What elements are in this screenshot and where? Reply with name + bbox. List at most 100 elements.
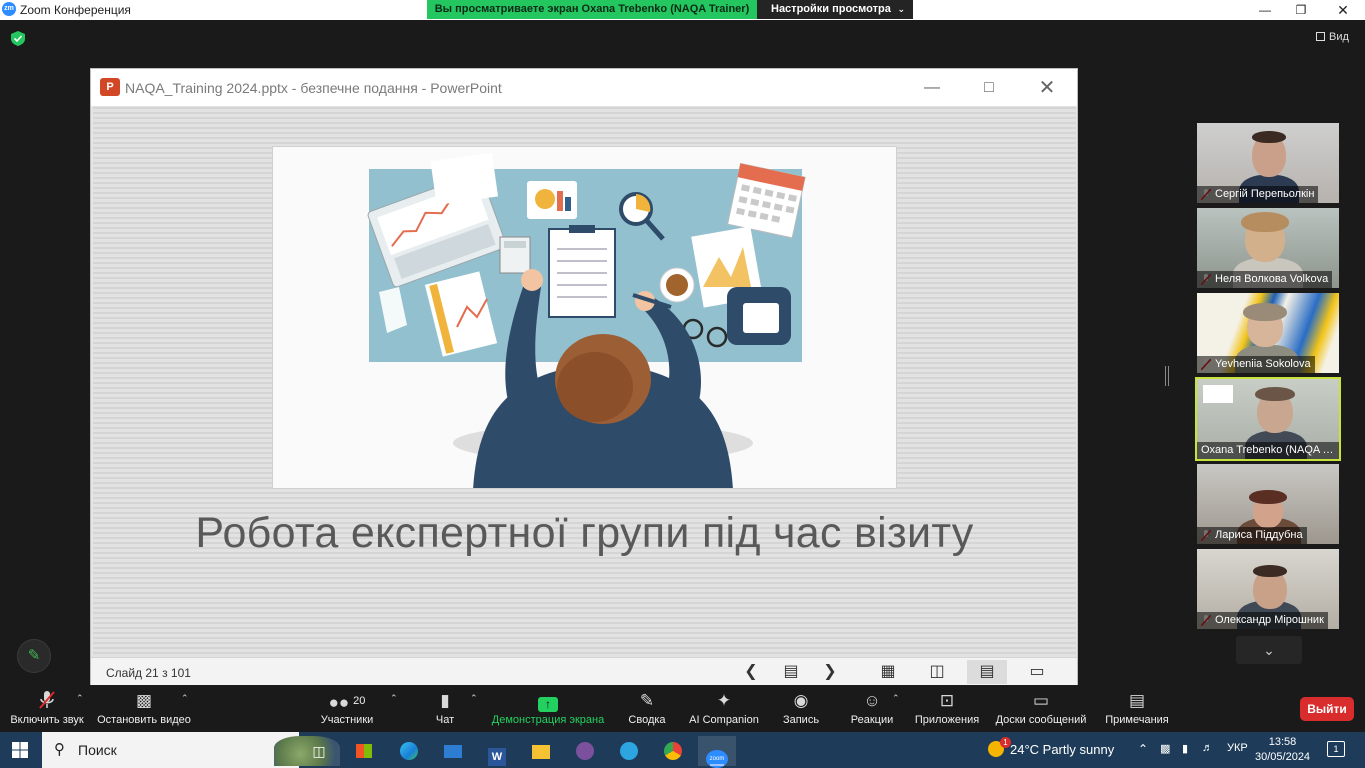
- file-explorer-icon[interactable]: [522, 736, 560, 766]
- zoom-window: zm Zoom Конференция Вы просматриваете эк…: [0, 0, 1365, 768]
- normal-view-icon: ▦: [880, 663, 896, 680]
- app-title: Zoom Конференция: [20, 3, 131, 17]
- maximize-button[interactable]: ❐: [1281, 0, 1321, 20]
- grid-view-icon: [1316, 32, 1325, 41]
- viber-icon[interactable]: [566, 736, 604, 766]
- apps-button[interactable]: ⊡ Приложения: [912, 688, 982, 732]
- scroll-participants-down-button[interactable]: ⌄: [1236, 636, 1302, 664]
- notes-icon: ▤: [1128, 691, 1146, 710]
- participants-button[interactable]: ●● 20 Участники: [318, 688, 376, 732]
- leave-button[interactable]: Выйти: [1300, 697, 1354, 721]
- view-button[interactable]: Вид: [1316, 31, 1349, 43]
- participant-name: Сергій Перепьолкін: [1197, 186, 1319, 203]
- zoom-taskbar-icon[interactable]: zoom: [698, 736, 736, 768]
- whiteboards-button[interactable]: ▭ Доски сообщений: [992, 688, 1090, 732]
- microsoft-store-icon[interactable]: [345, 736, 383, 766]
- chat-bubble-icon: ▮: [440, 691, 450, 710]
- weather-widget[interactable]: 1 24°C Partly sunny: [988, 737, 1115, 757]
- mail-icon[interactable]: [434, 736, 472, 766]
- view-options-button[interactable]: Настройки просмотра ⌄: [757, 0, 913, 19]
- notification-center-icon[interactable]: 1: [1327, 741, 1345, 757]
- ppt-title-bar: P NAQA_Training 2024.pptx - безпечне под…: [91, 69, 1077, 106]
- smiley-icon: ☺: [863, 691, 881, 710]
- participants-caret-icon[interactable]: ⌃: [390, 693, 398, 704]
- weather-alert-badge: 1: [1000, 737, 1011, 748]
- summary-button[interactable]: ✎ Сводка: [624, 688, 670, 732]
- stop-video-label: Остановить видео: [97, 714, 191, 726]
- close-button[interactable]: ✕: [1323, 0, 1363, 20]
- search-icon: ⚲: [54, 741, 65, 758]
- slide: Робота експертної групи під час візиту: [93, 106, 1076, 657]
- reactions-caret-icon[interactable]: ⌃: [892, 693, 900, 704]
- chat-caret-icon[interactable]: ⌃: [470, 693, 478, 704]
- share-screen-button[interactable]: ↑ Демонстрация экрана: [490, 688, 606, 732]
- participant-name: Олександр Мірошник: [1197, 612, 1328, 629]
- video-options-caret-icon[interactable]: ⌃: [181, 693, 189, 704]
- active-speaker-tile[interactable]: Oxana Trebenko (NAQA Tr...: [1195, 377, 1341, 461]
- ppt-status-bar: Слайд 21 з 101 ❮ ▤ ❯ ▦ ◫ ▤ ▭: [91, 657, 1077, 685]
- participant-tile[interactable]: Сергій Перепьолкін: [1197, 123, 1339, 203]
- chevron-down-icon: ⌄: [897, 4, 905, 14]
- unmute-button[interactable]: Включить звук: [8, 688, 86, 732]
- chrome-icon[interactable]: [654, 736, 692, 766]
- taskbar-search-box[interactable]: ⚲ Поиск: [42, 732, 340, 768]
- muted-mic-icon: [8, 688, 86, 714]
- shield-icon[interactable]: [11, 31, 25, 46]
- word-icon[interactable]: W: [478, 736, 516, 766]
- edge-browser-icon[interactable]: [390, 736, 428, 766]
- slide-title: Робота експертної групи під час візиту: [195, 509, 974, 557]
- minimize-button[interactable]: —: [1245, 0, 1285, 20]
- reading-view-icon: ▤: [967, 660, 1007, 684]
- slideshow-icon: ▭: [1029, 663, 1045, 680]
- sparkle-icon: ✦: [716, 691, 732, 710]
- zoom-logo-icon: zm: [2, 2, 16, 16]
- share-banner: Вы просматриваете экран Oxana Trebenko (…: [427, 0, 757, 19]
- unmute-label: Включить звук: [10, 714, 84, 726]
- participant-tile[interactable]: Лариса Піддубна: [1197, 464, 1339, 544]
- participant-name: Yevheniia Sokolova: [1197, 356, 1315, 373]
- ai-companion-button[interactable]: ✦ AI Companion: [686, 688, 762, 732]
- microphone-tray-icon[interactable]: ▮: [1182, 742, 1188, 755]
- annotate-pen-icon[interactable]: ✎: [17, 639, 51, 673]
- tray-chevron-up-icon[interactable]: ⌃: [1138, 742, 1148, 756]
- participant-tile[interactable]: Yevheniia Sokolova: [1197, 293, 1339, 373]
- telegram-icon[interactable]: [610, 736, 648, 766]
- ai-companion-label: AI Companion: [689, 714, 759, 726]
- naqa-logo-image: [1203, 385, 1233, 403]
- participants-label: Участники: [320, 714, 374, 726]
- office-desk-illustration: [367, 152, 806, 488]
- participant-tile[interactable]: Неля Волкова Volkova: [1197, 208, 1339, 288]
- record-icon: ◉: [793, 691, 809, 710]
- whiteboard-icon: ▭: [1032, 691, 1050, 710]
- weather-text: 24°C Partly sunny: [1010, 742, 1115, 757]
- participant-name: Лариса Піддубна: [1197, 527, 1307, 544]
- volume-icon[interactable]: ♬: [1202, 742, 1213, 754]
- slide-illustration: [272, 146, 897, 489]
- windows-start-icon[interactable]: [12, 742, 28, 758]
- panel-resize-handle[interactable]: [1165, 366, 1169, 386]
- record-button[interactable]: ◉ Запись: [778, 688, 824, 732]
- notes-button[interactable]: ▤ Примечания: [1102, 688, 1172, 732]
- slide-sorter-icon: ◫: [929, 663, 945, 680]
- taskbar-clock[interactable]: 13:58 30/05/2024: [1255, 735, 1310, 765]
- video-camera-icon: ▩: [135, 691, 153, 710]
- share-screen-label: Демонстрация экрана: [491, 714, 605, 726]
- task-view-icon[interactable]: ◫: [300, 736, 338, 766]
- search-placeholder: Поиск: [78, 742, 117, 758]
- reactions-button[interactable]: ☺ Реакции: [848, 688, 896, 732]
- participant-tile[interactable]: Олександр Мірошник: [1197, 549, 1339, 629]
- participants-icon: ●● 20: [328, 693, 366, 712]
- reactions-label: Реакции: [850, 714, 894, 726]
- participant-name: Неля Волкова Volkova: [1197, 271, 1333, 288]
- shared-powerpoint-window: P NAQA_Training 2024.pptx - безпечне под…: [90, 68, 1078, 685]
- chat-button[interactable]: ▮ Чат: [426, 688, 464, 732]
- notes-label: Примечания: [1105, 714, 1169, 726]
- summary-icon: ✎: [639, 691, 655, 710]
- ppt-minimize-icon: —: [924, 79, 940, 96]
- input-language[interactable]: УКР: [1227, 742, 1248, 754]
- camera-tray-icon[interactable]: ▩: [1160, 742, 1170, 755]
- stop-video-button[interactable]: ▩ Остановить видео: [96, 688, 192, 732]
- view-button-label: Вид: [1329, 31, 1349, 43]
- clock-time: 13:58: [1268, 736, 1297, 748]
- audio-options-caret-icon[interactable]: ⌃: [76, 693, 84, 704]
